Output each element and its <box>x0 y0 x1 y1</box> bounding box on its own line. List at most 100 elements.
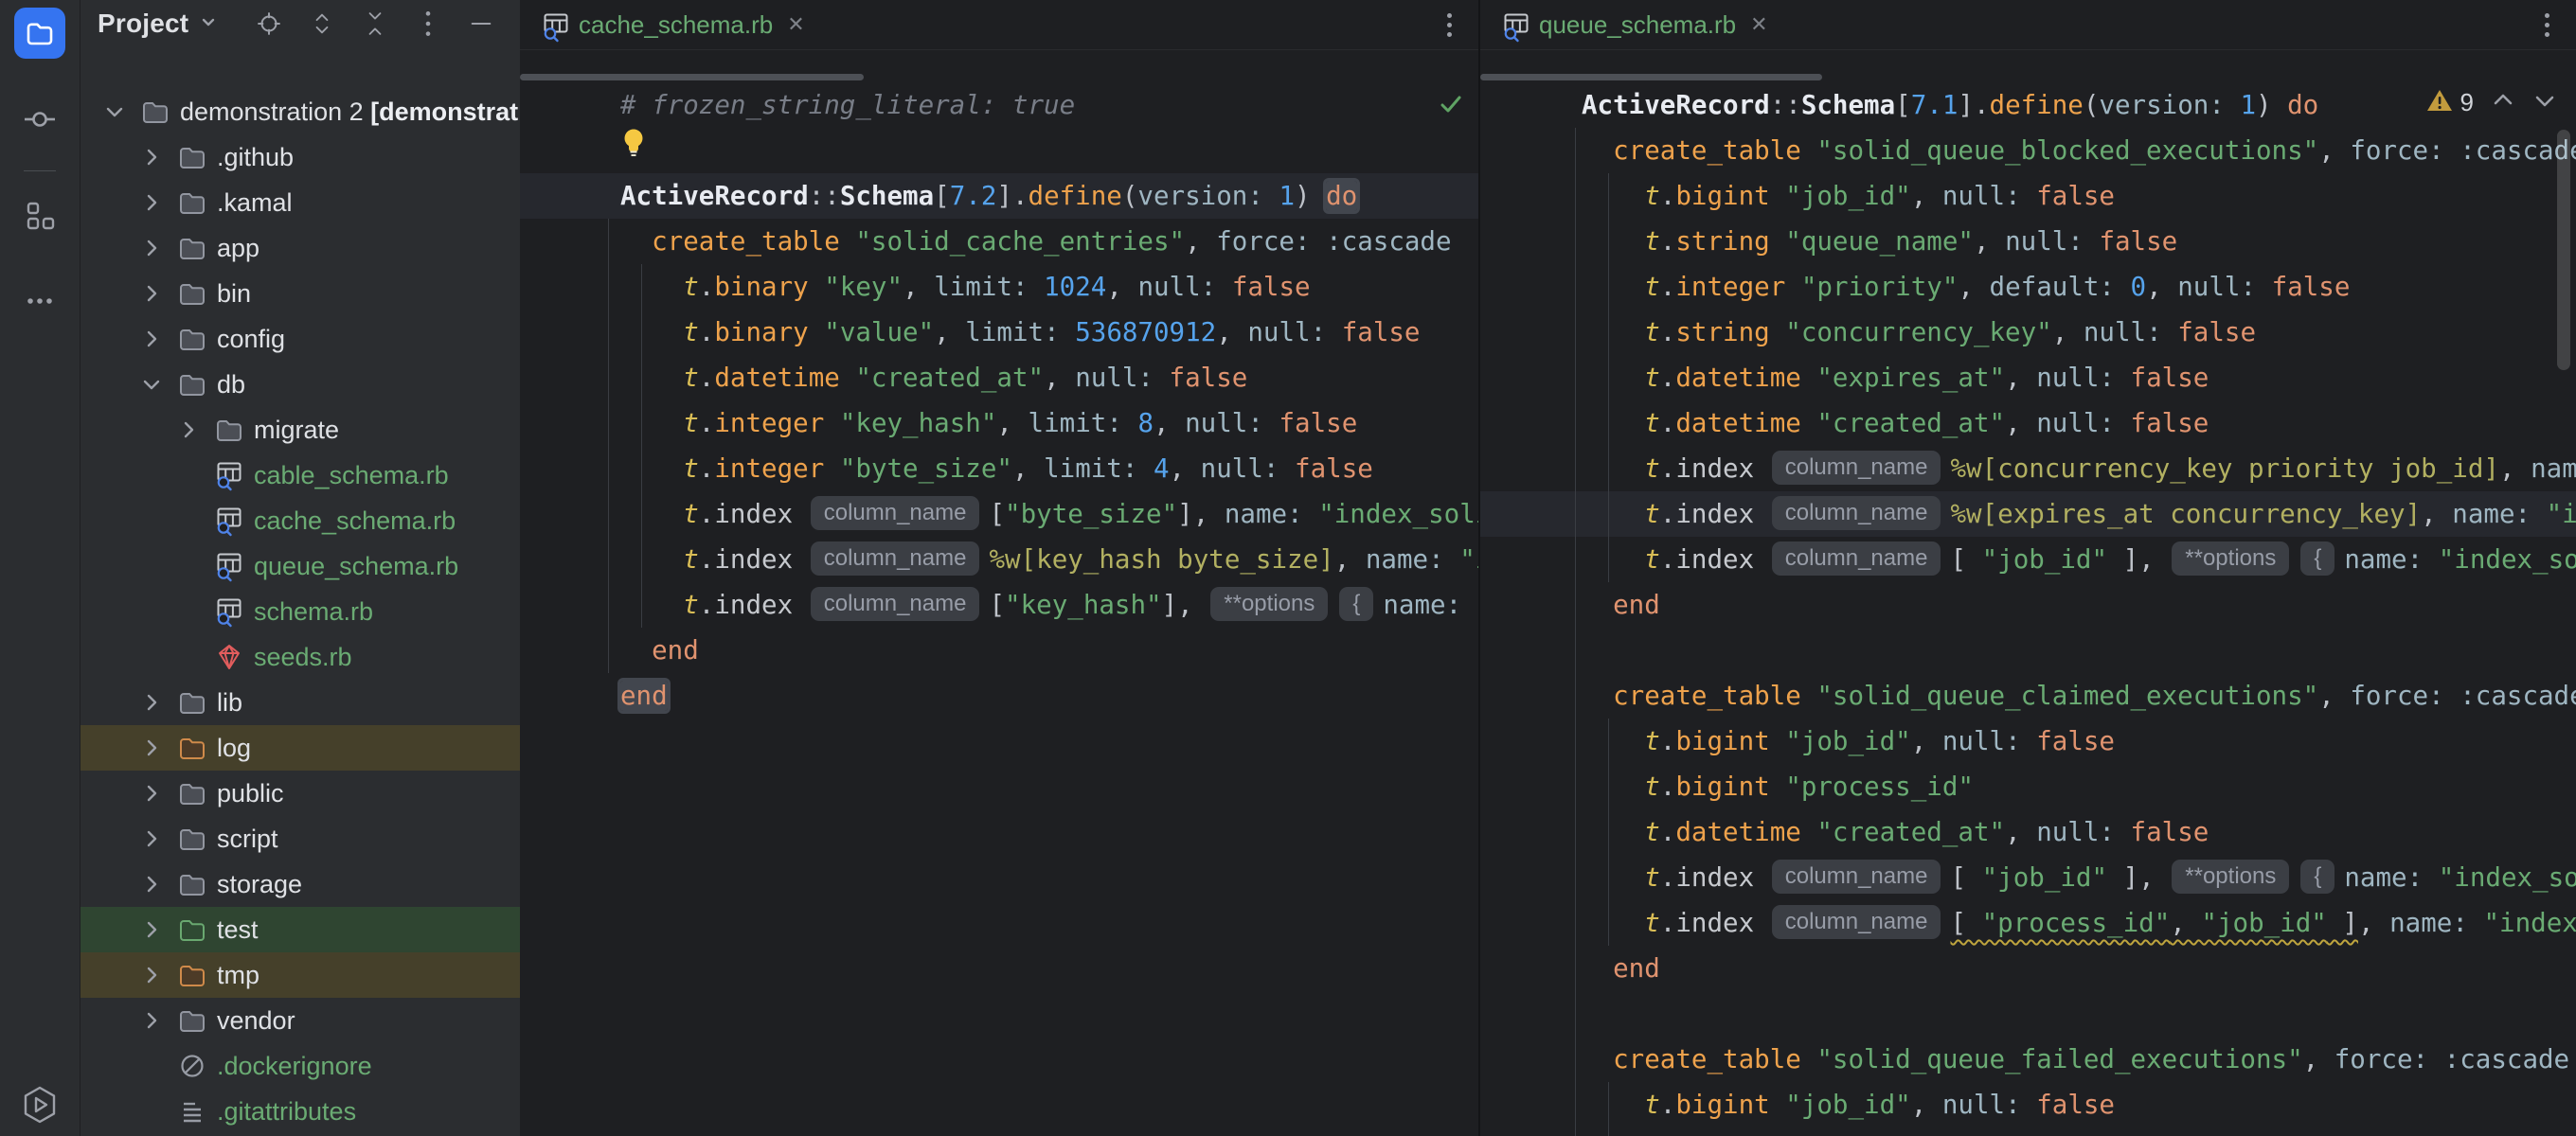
editor-queue-schema[interactable]: 9 ActiveRecord::Schema[7.1].define(versi… <box>1480 50 2576 1136</box>
code-token: limit: <box>934 272 1028 302</box>
chevron-right-icon[interactable] <box>176 407 212 453</box>
chevron-right-icon[interactable] <box>139 316 175 362</box>
inspections-widget[interactable]: 9 <box>2426 88 2557 117</box>
editor-cache-schema[interactable]: # frozen_string_literal: trueActiveRecor… <box>520 50 1478 1136</box>
chevron-right-icon[interactable] <box>139 271 175 316</box>
tree-item-migrate[interactable]: migrate <box>80 407 520 453</box>
code-line: end <box>520 673 1478 719</box>
code-token: "priority" <box>1801 272 1959 302</box>
code-token: 0 <box>2131 272 2147 302</box>
code-token: t <box>1644 772 1660 802</box>
more-tool-windows-icon[interactable] <box>19 280 61 322</box>
tree-item-log[interactable]: log <box>80 725 520 771</box>
tree-item-lib[interactable]: lib <box>80 680 520 725</box>
chevron-right-icon[interactable] <box>139 771 175 816</box>
chevron-right-icon[interactable] <box>139 998 175 1043</box>
code-token <box>2531 499 2547 529</box>
code-line: t.integer "byte_size", limit: 4, null: f… <box>520 446 1478 491</box>
tab-cache-schema[interactable]: cache_schema.rb ✕ <box>536 0 809 49</box>
tree-item-schema.rb[interactable]: schema.rb <box>80 589 520 634</box>
project-panel-title[interactable]: Project <box>98 9 188 39</box>
project-folder-icon[interactable] <box>14 8 65 59</box>
tree-item-vendor[interactable]: vendor <box>80 998 520 1043</box>
folder-icon <box>175 867 209 901</box>
structure-icon[interactable] <box>19 195 61 237</box>
chevron-right-icon[interactable] <box>139 861 175 907</box>
code-token <box>809 272 825 302</box>
chevron-right-icon[interactable] <box>139 907 175 952</box>
tab-queue-schema[interactable]: queue_schema.rb ✕ <box>1496 0 1772 49</box>
expand-all-icon[interactable] <box>308 9 336 38</box>
commit-icon[interactable] <box>19 98 61 140</box>
code-token <box>1137 453 1154 484</box>
code-token <box>620 635 652 666</box>
horizontal-scrollbar-thumb[interactable] <box>520 74 864 80</box>
inlay-hint: column_name <box>811 587 980 621</box>
chevron-right-icon[interactable] <box>139 225 175 271</box>
project-panel-header: Project <box>80 0 520 47</box>
code-token: end <box>1613 590 1660 620</box>
chevron-down-icon[interactable] <box>198 11 219 37</box>
tree-item-queue-schema.rb[interactable]: queue_schema.rb <box>80 543 520 589</box>
code-token: . <box>699 544 715 575</box>
tree-item-storage[interactable]: storage <box>80 861 520 907</box>
code-token <box>1582 908 1644 938</box>
prev-warning-chevron-up-icon[interactable] <box>2491 90 2515 115</box>
locate-file-icon[interactable] <box>255 9 283 38</box>
chevron-right-icon[interactable] <box>139 134 175 180</box>
collapse-all-icon[interactable] <box>361 9 389 38</box>
tree-item-label: db <box>217 370 245 399</box>
code-token: "index_solid_queue_blocked_executions_on… <box>2439 544 2576 575</box>
options-kebab-icon[interactable] <box>414 9 442 38</box>
chevron-right-icon[interactable] <box>139 952 175 998</box>
tree-item-script[interactable]: script <box>80 816 520 861</box>
code-line: end <box>520 628 1478 673</box>
close-icon[interactable]: ✕ <box>787 14 804 35</box>
close-icon[interactable]: ✕ <box>1750 14 1767 35</box>
code-token: , <box>2318 681 2350 711</box>
tree-item-seeds.rb[interactable]: seeds.rb <box>80 634 520 680</box>
chevron-right-icon[interactable] <box>139 816 175 861</box>
project-tree[interactable]: demonstration 2 [demonstration2].github.… <box>80 47 520 1136</box>
tree-item-.gitattributes[interactable]: .gitattributes <box>80 1089 520 1134</box>
tree-item-db[interactable]: db <box>80 362 520 407</box>
code-token: . <box>1660 272 1676 302</box>
code-token: "solid_queue_claimed_executions" <box>1816 681 2318 711</box>
code-token: null: <box>2177 272 2256 302</box>
code-token <box>1582 726 1644 756</box>
chevron-right-icon[interactable] <box>139 180 175 225</box>
services-icon[interactable] <box>18 1083 62 1127</box>
chevron-right-icon[interactable] <box>139 680 175 725</box>
code-token <box>1801 363 1817 393</box>
inlay-hint: column_name <box>811 541 980 576</box>
tree-item-cable-schema.rb[interactable]: cable_schema.rb <box>80 453 520 498</box>
tree-item-app[interactable]: app <box>80 225 520 271</box>
tree-item-bin[interactable]: bin <box>80 271 520 316</box>
tree-item-label: app <box>217 234 259 263</box>
tree-item-.kamal[interactable]: .kamal <box>80 180 520 225</box>
code-token <box>1770 181 1786 211</box>
tab-options-kebab-icon[interactable] <box>2532 13 2561 37</box>
tree-item-tmp[interactable]: tmp <box>80 952 520 998</box>
tree-item-config[interactable]: config <box>80 316 520 362</box>
inspections-ok-icon[interactable] <box>1439 92 1463 121</box>
tree-item-public[interactable]: public <box>80 771 520 816</box>
hide-panel-icon[interactable] <box>467 9 495 38</box>
chevron-down-icon[interactable] <box>102 89 138 134</box>
tree-item-demonstration-2[interactable]: demonstration 2 [demonstration2] <box>80 89 520 134</box>
chevron-right-icon[interactable] <box>139 725 175 771</box>
code-token <box>824 408 840 438</box>
code-token <box>620 363 683 393</box>
horizontal-scrollbar-thumb[interactable] <box>1480 74 1822 80</box>
chevron-down-icon[interactable] <box>139 362 175 407</box>
tree-item-.github[interactable]: .github <box>80 134 520 180</box>
tree-item-.dockerignore[interactable]: .dockerignore <box>80 1043 520 1089</box>
vertical-scrollbar-thumb[interactable] <box>2557 130 2570 370</box>
tree-item-cache-schema.rb[interactable]: cache_schema.rb <box>80 498 520 543</box>
tree-item-test[interactable]: test <box>80 907 520 952</box>
project-panel: Project d <box>80 0 520 1136</box>
tab-options-kebab-icon[interactable] <box>1435 13 1463 37</box>
code-token: t <box>683 544 699 575</box>
ide-window: Project d <box>0 0 2576 1136</box>
next-warning-chevron-down-icon[interactable] <box>2532 90 2557 115</box>
